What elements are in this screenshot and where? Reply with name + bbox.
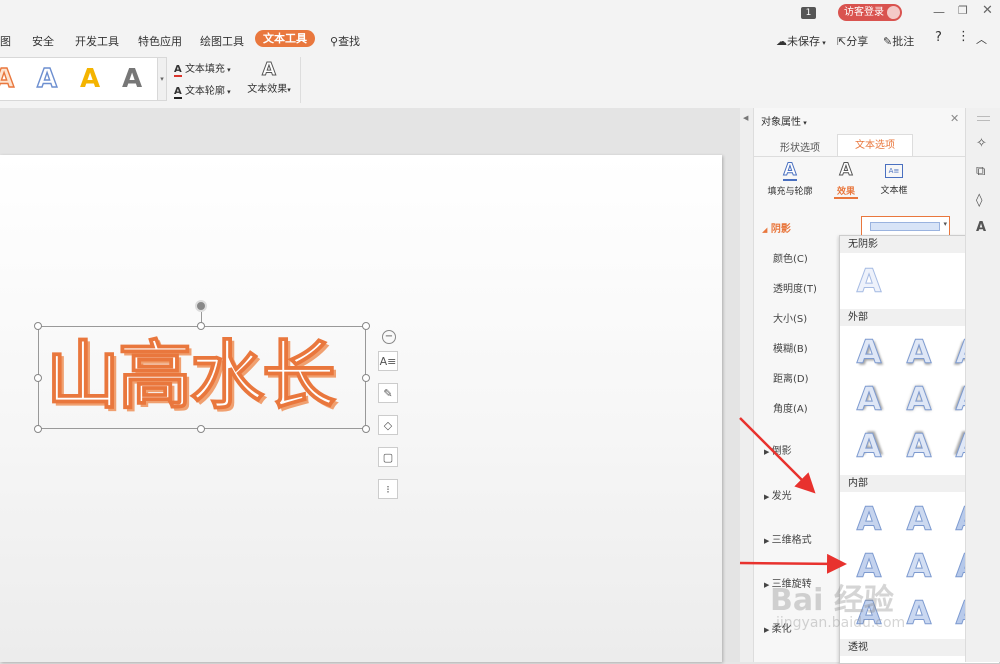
annotation-arrows <box>739 417 847 574</box>
watermark-brand: Bai 经验 <box>770 583 894 618</box>
watermark-url: jingyan.baidu.com <box>776 615 906 631</box>
baidu-watermark: Bai 经验 jingyan.baidu.com <box>770 575 905 631</box>
arrow-pointing-to-inner-shadow <box>739 553 847 574</box>
arrow-pointing-to-outer-shadow <box>739 417 816 494</box>
